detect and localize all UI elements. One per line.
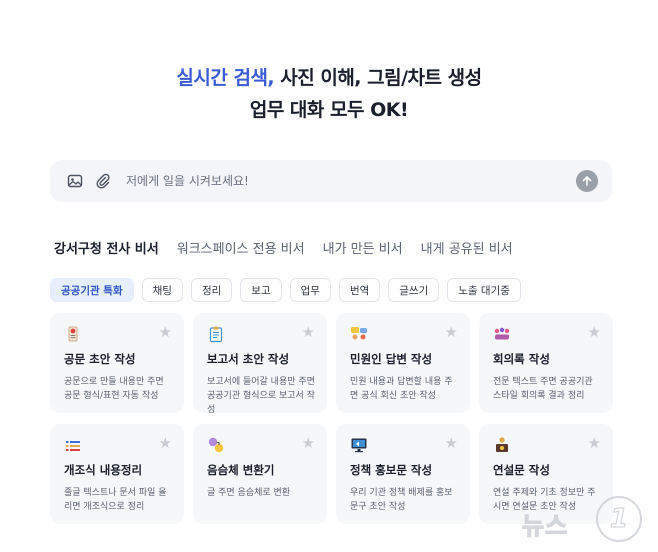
- tab-company-assistant[interactable]: 강서구청 전사 비서: [54, 238, 159, 257]
- tab-workspace-assistant[interactable]: 워크스페이스 전용 비서: [177, 238, 305, 257]
- assistant-card-grid: ★ 공문 초안 작성 공문으로 만들 내용만 주면 공문 형식/표현 자동 작성…: [50, 313, 613, 524]
- chip-chat[interactable]: 채팅: [141, 278, 183, 302]
- podium-speaker-icon: [493, 436, 511, 454]
- favorite-star-icon[interactable]: ★: [445, 325, 458, 340]
- speech-bubbles-icon: [207, 436, 225, 454]
- people-chat-icon: [350, 325, 368, 343]
- tab-shared-assistant[interactable]: 내게 공유된 비서: [421, 238, 513, 257]
- card-report-draft[interactable]: ★ 보고서 초안 작성 보고서에 들어갈 내용만 주면 공공기관 형식으로 보고…: [193, 313, 327, 415]
- bullet-list-icon: [64, 436, 82, 454]
- card-policy-promotion[interactable]: ★ 정책 홍보문 작성 우리 기관 정책 배제를 홍보 문구 초안 작성: [336, 424, 470, 524]
- hero-line-1: 실시간 검색, 사진 이해, 그림/차트 생성: [0, 62, 658, 94]
- document-seal-icon: [64, 325, 82, 343]
- assistant-tabs: 강서구청 전사 비서 워크스페이스 전용 비서 내가 만든 비서 내게 공유된 …: [54, 238, 513, 257]
- chip-public-agency[interactable]: 공공기관 특화: [50, 278, 134, 302]
- favorite-star-icon[interactable]: ★: [302, 325, 315, 340]
- category-chips: 공공기관 특화 채팅 정리 보고 업무 번역 글쓰기 노출 대기중: [50, 278, 521, 302]
- hero-rest-text: 사진 이해, 그림/차트 생성: [274, 67, 482, 89]
- tab-my-assistant[interactable]: 내가 만든 비서: [323, 238, 403, 257]
- favorite-star-icon[interactable]: ★: [588, 325, 601, 340]
- favorite-star-icon[interactable]: ★: [588, 436, 601, 451]
- news1-watermark: 뉴스 1: [521, 496, 642, 542]
- card-title: 보고서 초안 작성: [207, 352, 290, 366]
- image-icon[interactable]: [66, 172, 84, 190]
- chip-work[interactable]: 업무: [289, 278, 331, 302]
- card-title: 공문 초안 작성: [64, 352, 136, 366]
- watermark-number: 1: [609, 503, 629, 534]
- card-title: 음슴체 변환기: [207, 463, 275, 477]
- send-arrow-icon: [582, 176, 592, 186]
- chip-report[interactable]: 보고: [240, 278, 282, 302]
- chip-writing[interactable]: 글쓰기: [388, 278, 440, 302]
- card-description: 우리 기관 정책 배제를 홍보 문구 초안 작성: [350, 488, 453, 512]
- favorite-star-icon[interactable]: ★: [159, 436, 172, 451]
- meeting-group-icon: [493, 325, 511, 343]
- card-description: 줄글 텍스트나 문서 파일 올리면 개조식으로 정리: [64, 488, 167, 512]
- monitor-announce-icon: [350, 436, 368, 454]
- card-bullet-summary[interactable]: ★ 개조식 내용정리 줄글 텍스트나 문서 파일 올리면 개조식으로 정리: [50, 424, 184, 524]
- card-title: 민원인 답변 작성: [350, 352, 433, 366]
- favorite-star-icon[interactable]: ★: [302, 436, 315, 451]
- card-title: 회의록 작성: [493, 352, 550, 366]
- chip-pending[interactable]: 노출 대기중: [447, 278, 521, 302]
- chip-translate[interactable]: 번역: [338, 278, 381, 302]
- chat-input-box: [50, 160, 612, 202]
- card-title: 연설문 작성: [493, 463, 550, 477]
- hero-accent-text: 실시간 검색,: [176, 67, 275, 89]
- card-meeting-minutes[interactable]: ★ 회의록 작성 전문 텍스트 주면 공공기관 스타일 회의록 결과 정리: [479, 313, 613, 413]
- paperclip-icon[interactable]: [94, 172, 112, 190]
- chat-input[interactable]: [124, 173, 576, 189]
- card-style-converter[interactable]: ★ 음슴체 변환기 글 주면 음슴체로 변환: [193, 424, 327, 524]
- card-official-letter[interactable]: ★ 공문 초안 작성 공문으로 만들 내용만 주면 공문 형식/표현 자동 작성: [50, 313, 184, 413]
- card-description: 글 주면 음슴체로 변환: [207, 488, 291, 498]
- card-description: 민원 내용과 답변할 내용 주면 공식 회신 초안 작성: [350, 377, 453, 401]
- card-title: 정책 홍보문 작성: [350, 463, 433, 477]
- card-civil-reply[interactable]: ★ 민원인 답변 작성 민원 내용과 답변할 내용 주면 공식 회신 초안 작성: [336, 313, 470, 413]
- card-description: 전문 텍스트 주면 공공기관 스타일 회의록 결과 정리: [493, 377, 593, 401]
- chip-organize[interactable]: 정리: [190, 278, 233, 302]
- clipboard-icon: [207, 325, 225, 343]
- favorite-star-icon[interactable]: ★: [445, 436, 458, 451]
- favorite-star-icon[interactable]: ★: [159, 325, 172, 340]
- watermark-logo: 1: [596, 496, 642, 542]
- card-description: 공문으로 만들 내용만 주면 공문 형식/표현 자동 작성: [64, 377, 164, 401]
- hero-line-2: 업무 대화 모두 OK!: [249, 99, 409, 121]
- hero-heading: 실시간 검색, 사진 이해, 그림/차트 생성 업무 대화 모두 OK!: [0, 62, 658, 126]
- watermark-text: 뉴스: [521, 511, 569, 540]
- card-title: 개조식 내용정리: [64, 463, 143, 477]
- send-button[interactable]: [576, 170, 598, 192]
- card-description: 보고서에 들어갈 내용만 주면 공공기관 형식으로 보고서 작성: [207, 377, 315, 415]
